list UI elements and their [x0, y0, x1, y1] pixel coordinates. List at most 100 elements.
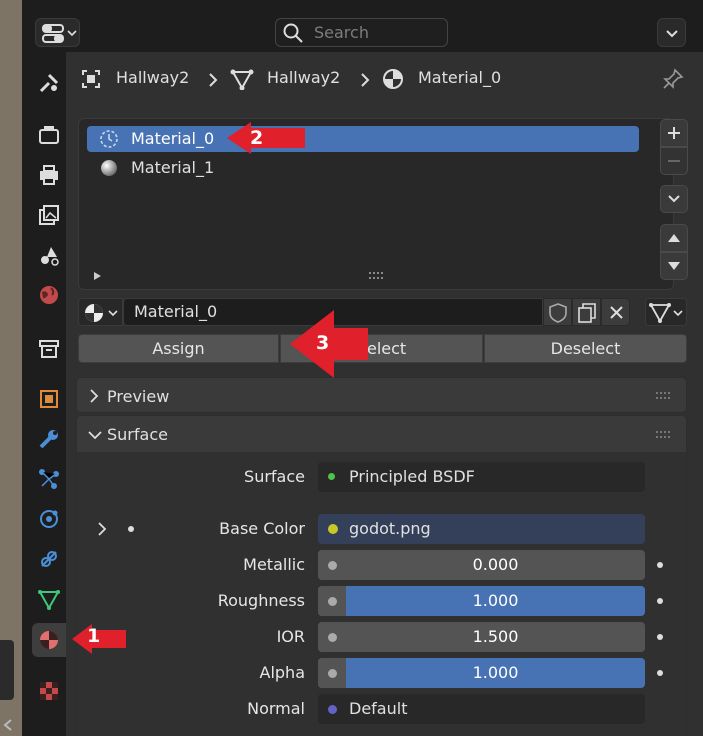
tab-view-layer[interactable]	[32, 198, 66, 232]
close-icon	[610, 306, 623, 319]
ior-label: IOR	[276, 627, 305, 646]
tab-physics[interactable]	[32, 502, 66, 536]
drag-handle-icon[interactable]	[655, 391, 675, 401]
chevron-down-icon[interactable]	[86, 428, 104, 442]
material-icon	[383, 69, 403, 89]
object-square-icon	[40, 390, 58, 408]
chevron-down-icon	[668, 195, 680, 203]
mesh-icon	[230, 69, 254, 90]
resize-grip-icon[interactable]	[367, 269, 387, 283]
vector-socket-dot	[328, 705, 337, 714]
roughness-label: Roughness	[217, 591, 305, 610]
ior-slider[interactable]: 1.500	[318, 622, 645, 652]
viewport-edge	[0, 0, 23, 736]
material-sphere-icon	[40, 631, 58, 649]
shader-socket-dot	[328, 473, 335, 480]
minus-icon	[668, 160, 680, 162]
tab-modifiers[interactable]	[32, 422, 66, 456]
material-sphere-preview-icon	[101, 160, 117, 176]
annotation-number-1: 1	[87, 625, 101, 647]
annotation-number-2: 2	[250, 127, 264, 149]
animate-dot-icon[interactable]	[657, 670, 663, 676]
chevron-right-icon	[90, 389, 99, 403]
tab-texture[interactable]	[32, 674, 66, 708]
constraint-icon	[41, 551, 57, 567]
preview-panel-header[interactable]: Preview	[76, 377, 687, 413]
tab-collection[interactable]	[32, 332, 66, 366]
tab-constraints[interactable]	[32, 542, 66, 576]
image-socket-dot	[328, 524, 338, 534]
tab-material[interactable]	[32, 623, 66, 657]
socket-dot-icon	[328, 669, 337, 678]
tab-data[interactable]	[32, 582, 66, 616]
remove-slot-button[interactable]	[660, 147, 688, 175]
viewport-edge-panel	[0, 640, 14, 700]
tab-render[interactable]	[32, 118, 66, 152]
mesh-triangle-icon	[38, 590, 60, 611]
browse-material-button[interactable]	[78, 298, 123, 326]
pin-icon[interactable]	[662, 68, 684, 90]
duplicate-material-button[interactable]	[572, 298, 601, 326]
surface-shader-field[interactable]: Principled BSDF	[318, 462, 645, 492]
editor-type-button[interactable]	[35, 18, 80, 47]
material-slot-list[interactable]: Material_0 Material_1	[78, 118, 674, 290]
annotation-arrow-2	[227, 122, 305, 154]
surface-label: Surface	[244, 467, 305, 486]
slot-specials-button[interactable]	[660, 185, 688, 213]
drag-handle-icon[interactable]	[655, 430, 675, 440]
animate-dot-icon[interactable]	[657, 562, 663, 568]
tab-scene[interactable]	[32, 238, 66, 272]
base-color-field[interactable]: godot.png	[318, 514, 645, 544]
unlink-material-button[interactable]	[601, 298, 630, 326]
list-item-label: Material_1	[131, 158, 215, 177]
metallic-value: 0.000	[472, 555, 519, 574]
breadcrumb-object: Hallway2	[116, 68, 190, 87]
link-mode-dropdown[interactable]	[645, 298, 687, 326]
add-slot-button[interactable]	[660, 119, 688, 147]
triangle-up-icon	[668, 234, 680, 242]
chevron-right-icon[interactable]	[94, 520, 110, 538]
move-slot-down-button[interactable]	[660, 252, 688, 280]
triangle-down-icon	[668, 262, 680, 270]
world-icon	[40, 286, 58, 304]
fake-user-button[interactable]	[543, 298, 572, 326]
breadcrumb: Hallway2 Hallway2 Material_0	[78, 62, 638, 96]
roughness-slider[interactable]: 1.000	[318, 586, 645, 616]
alpha-value: 1.000	[472, 663, 519, 682]
normal-value: Default	[349, 699, 408, 718]
tab-tool[interactable]	[32, 66, 66, 100]
normal-field[interactable]: Default	[318, 694, 645, 724]
list-options-triangle-icon[interactable]	[91, 269, 105, 283]
tab-particles[interactable]	[32, 462, 66, 496]
base-color-label: Base Color	[219, 519, 305, 538]
assign-button[interactable]: Assign	[78, 334, 279, 363]
properties-tab-bar	[26, 52, 66, 736]
normal-label: Normal	[247, 699, 305, 718]
tab-output[interactable]	[32, 158, 66, 192]
scene-icon	[41, 247, 59, 266]
mesh-link-icon	[649, 303, 683, 323]
metallic-slider[interactable]: 0.000	[318, 550, 645, 580]
animate-dot-icon[interactable]	[657, 634, 663, 640]
wrench-icon	[39, 430, 58, 449]
physics-orbit-icon	[40, 510, 58, 528]
alpha-slider[interactable]: 1.000	[318, 658, 645, 688]
list-item[interactable]: Material_1	[87, 155, 639, 181]
shield-icon	[549, 303, 567, 323]
base-color-value: godot.png	[349, 519, 431, 538]
ior-value: 1.500	[472, 627, 519, 646]
list-item[interactable]: Material_0	[87, 126, 639, 152]
object-icon	[82, 70, 100, 88]
breadcrumb-mesh: Hallway2	[267, 68, 341, 87]
animate-dot-icon[interactable]	[657, 598, 663, 604]
deselect-button[interactable]: Deselect	[484, 334, 687, 363]
options-dropdown-button[interactable]	[657, 18, 686, 47]
collapse-arrow-icon[interactable]	[2, 718, 14, 732]
socket-dot-icon	[328, 633, 337, 642]
printer-icon	[40, 165, 58, 185]
tab-object[interactable]	[32, 382, 66, 416]
chevron-down-icon	[666, 30, 678, 38]
move-slot-up-button[interactable]	[660, 224, 688, 252]
tab-world[interactable]	[32, 278, 66, 312]
breadcrumb-material: Material_0	[418, 68, 502, 87]
